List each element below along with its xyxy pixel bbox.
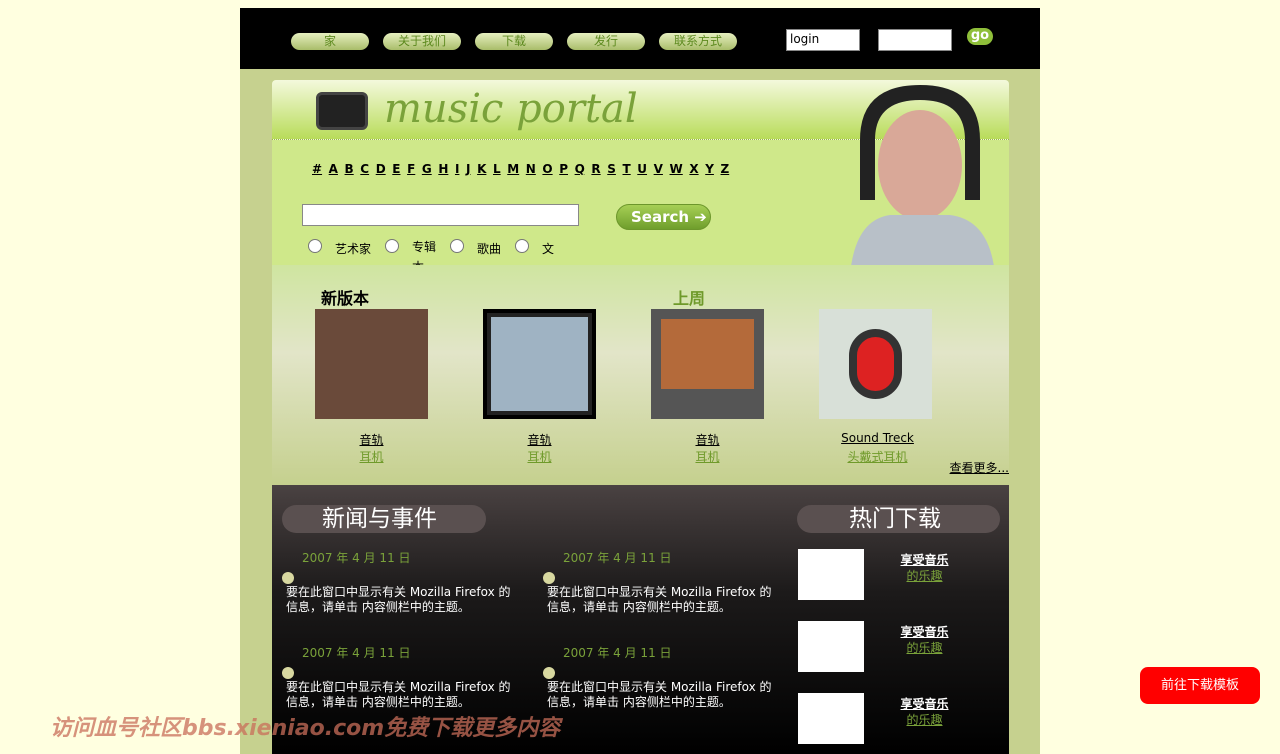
download-image[interactable] (798, 621, 864, 672)
alphabet-link[interactable]: T (623, 162, 631, 176)
release-sub[interactable]: 头戴式耳机 (821, 448, 934, 465)
alphabet-link[interactable]: S (607, 162, 616, 176)
download-template-button[interactable]: 前往下载模板 (1140, 667, 1260, 704)
release-title[interactable]: Sound Treck (821, 431, 934, 445)
mp3-player-icon (316, 92, 368, 130)
download-title[interactable]: 享受音乐 (882, 623, 967, 640)
nav-home[interactable]: 家 (291, 33, 369, 50)
download-title[interactable]: 享受音乐 (882, 551, 967, 568)
alphabet-link[interactable]: R (591, 162, 600, 176)
alphabet-link[interactable]: J (466, 162, 470, 176)
release-sub[interactable]: 耳机 (651, 448, 764, 465)
alphabet-link[interactable]: H (438, 162, 448, 176)
news-text: 要在此窗口中显示有关 Mozilla Firefox 的信息，请单击 内容侧栏中… (286, 585, 511, 614)
radio-artist[interactable] (308, 239, 322, 253)
nav-about[interactable]: 关于我们 (383, 33, 461, 50)
alphabet-nav: # A B C D E F G H I J K L M N O P Q R S T U V W X Y Z (312, 162, 736, 176)
release-sub[interactable]: 耳机 (315, 448, 428, 465)
go-button[interactable]: go (967, 28, 993, 45)
release-title[interactable]: 音轨 (651, 431, 764, 448)
release-image[interactable] (483, 309, 596, 419)
top-bar: 家 关于我们 下载 发行 联系方式 login go (240, 8, 1040, 69)
see-more-link[interactable]: 查看更多... (950, 459, 1009, 476)
nav-contact[interactable]: 联系方式 (659, 33, 737, 50)
alphabet-link[interactable]: I (455, 162, 459, 176)
alphabet-link[interactable]: U (637, 162, 647, 176)
alphabet-link[interactable]: P (559, 162, 568, 176)
alphabet-link[interactable]: X (689, 162, 698, 176)
download-title[interactable]: 享受音乐 (882, 695, 967, 712)
alphabet-link[interactable]: K (477, 162, 486, 176)
news-text: 要在此窗口中显示有关 Mozilla Firefox 的信息，请单击 内容侧栏中… (547, 680, 772, 709)
alphabet-link[interactable]: # (312, 162, 322, 176)
radio-label: 歌曲 (477, 242, 502, 256)
radio-song[interactable] (450, 239, 464, 253)
download-sub[interactable]: 的乐趣 (882, 711, 967, 728)
news-date: 2007 年 4 月 11 日 (563, 551, 672, 565)
password-input[interactable] (878, 29, 952, 51)
baby-headphones-image (850, 85, 995, 275)
download-image[interactable] (798, 693, 864, 744)
radio-label: 文 (542, 242, 555, 256)
release-image[interactable] (819, 309, 932, 419)
last-week-title: 上周 (673, 289, 706, 308)
download-image[interactable] (798, 549, 864, 600)
logo: music portal (384, 86, 638, 132)
search-label: Search (631, 208, 690, 226)
alphabet-link[interactable]: M (507, 162, 519, 176)
alphabet-link[interactable]: B (345, 162, 354, 176)
release-title[interactable]: 音轨 (315, 431, 428, 448)
alphabet-link[interactable]: F (407, 162, 415, 176)
release-image[interactable] (315, 309, 428, 419)
release-image[interactable] (651, 309, 764, 419)
new-releases-title: 新版本 (321, 289, 370, 308)
music-note-icon (282, 667, 294, 679)
alphabet-link[interactable]: E (392, 162, 400, 176)
music-note-icon (543, 667, 555, 679)
alphabet-link[interactable]: O (542, 162, 552, 176)
banner: music portal # A B C D E F G H I J K L M N O P Q R S T U V W X Y Z… (272, 80, 1009, 275)
radio-text[interactable] (515, 239, 529, 253)
search-input[interactable] (302, 204, 579, 226)
radio-album[interactable] (385, 239, 399, 253)
alphabet-link[interactable]: Z (721, 162, 730, 176)
release-sub[interactable]: 耳机 (483, 448, 596, 465)
alphabet-link[interactable]: D (376, 162, 386, 176)
alphabet-link[interactable]: N (526, 162, 536, 176)
watermark: 访问血号社区bbs.xieniao.com免费下载更多内容 (50, 716, 561, 741)
new-releases: 新版本 上周 音轨 耳机 音轨 耳机 音轨 耳机 Sound Treck 头戴式… (272, 265, 1009, 485)
search-button[interactable]: Search ➔ (616, 204, 711, 230)
alphabet-link[interactable]: C (360, 162, 369, 176)
news-date: 2007 年 4 月 11 日 (563, 646, 672, 660)
news-date: 2007 年 4 月 11 日 (302, 551, 411, 565)
nav-download[interactable]: 下载 (475, 33, 553, 50)
alphabet-link[interactable]: Y (705, 162, 714, 176)
nav-release[interactable]: 发行 (567, 33, 645, 50)
news-title: 新闻与事件 (282, 505, 486, 533)
alphabet-link[interactable]: L (493, 162, 501, 176)
radio-label: 艺术家 (335, 242, 372, 256)
alphabet-link[interactable]: W (670, 162, 683, 176)
username-input[interactable]: login (786, 29, 860, 51)
alphabet-link[interactable]: Q (575, 162, 585, 176)
page-container: 家 关于我们 下载 发行 联系方式 login go music portal … (240, 8, 1040, 754)
news-date: 2007 年 4 月 11 日 (302, 646, 411, 660)
music-note-icon (543, 572, 555, 584)
downloads-title: 热门下载 (797, 505, 1000, 533)
alphabet-link[interactable]: A (329, 162, 338, 176)
download-sub[interactable]: 的乐趣 (882, 639, 967, 656)
download-sub[interactable]: 的乐趣 (882, 567, 967, 584)
alphabet-link[interactable]: V (654, 162, 663, 176)
release-title[interactable]: 音轨 (483, 431, 596, 448)
news-text: 要在此窗口中显示有关 Mozilla Firefox 的信息，请单击 内容侧栏中… (286, 680, 511, 709)
alphabet-link[interactable]: G (422, 162, 432, 176)
music-note-icon (282, 572, 294, 584)
news-text: 要在此窗口中显示有关 Mozilla Firefox 的信息，请单击 内容侧栏中… (547, 585, 772, 614)
